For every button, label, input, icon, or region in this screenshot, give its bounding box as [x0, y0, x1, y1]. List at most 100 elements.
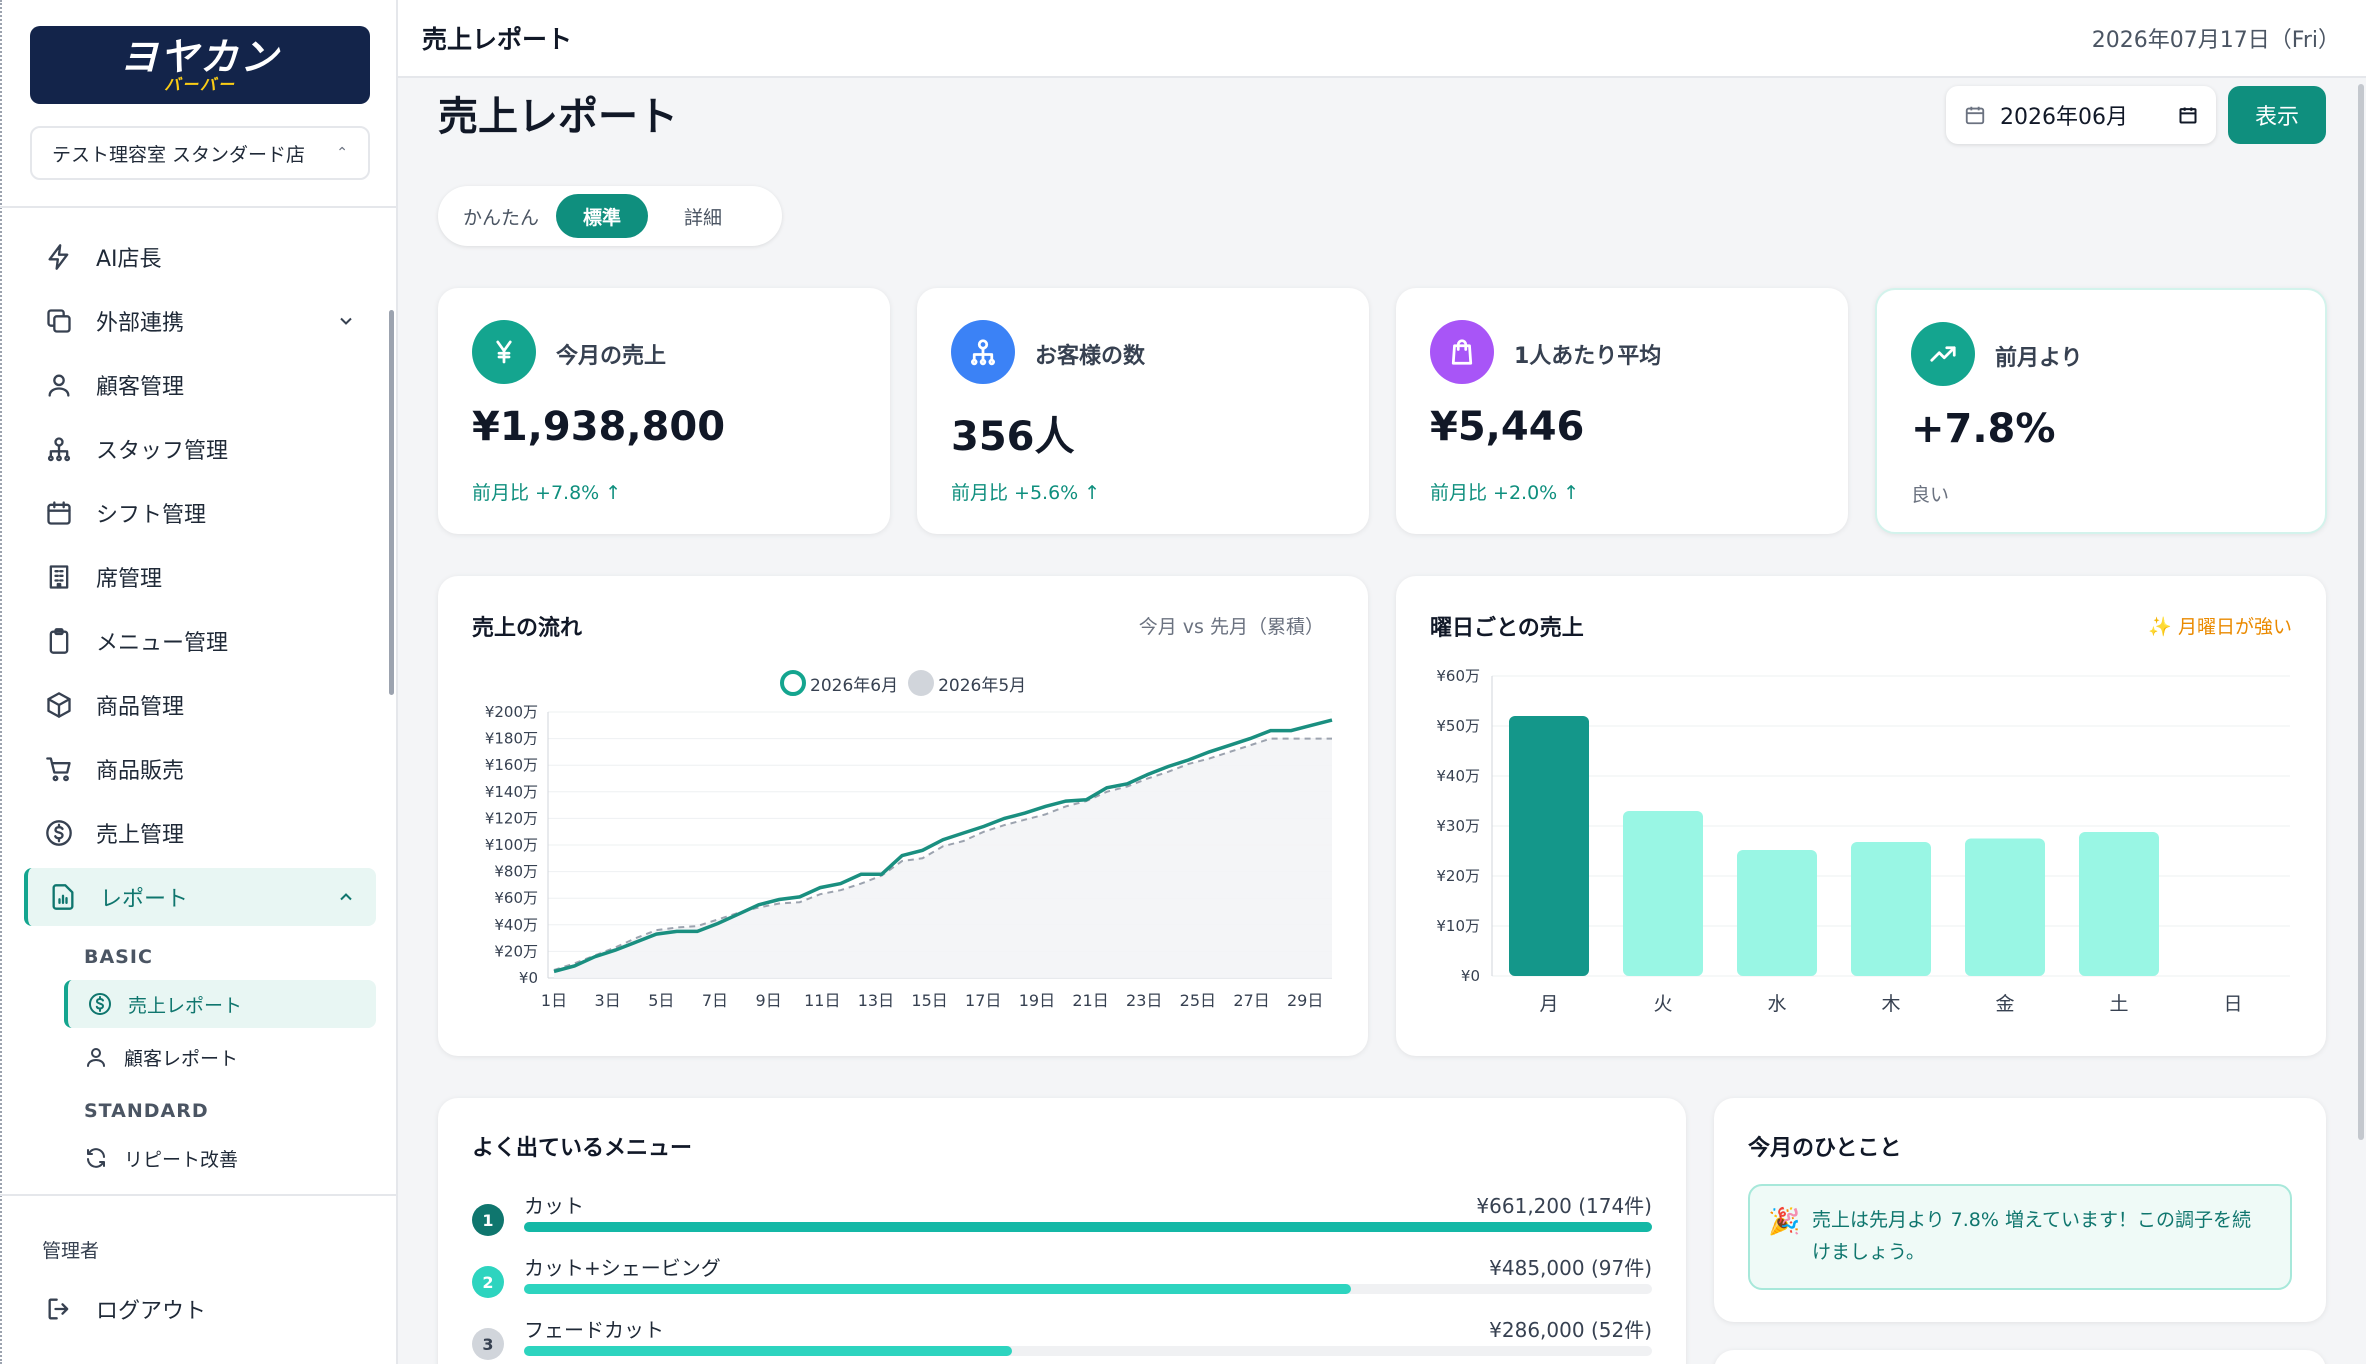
- sidebar-item-products[interactable]: 商品管理: [24, 676, 376, 734]
- y-tick-label: ¥40万: [1436, 767, 1480, 785]
- copy-icon: [44, 306, 74, 336]
- kpi-note: 良い: [1911, 484, 1950, 506]
- x-tick-label: 5日: [648, 991, 674, 1010]
- sidebar-item-sales[interactable]: 売上管理: [24, 804, 376, 862]
- next-card: [1714, 1350, 2326, 1364]
- kpi-change: 前月比 +2.0% ↑: [1430, 482, 1580, 504]
- box-icon: [44, 690, 74, 720]
- y-tick-label: ¥180万: [485, 730, 538, 748]
- x-tick-label: 金: [1995, 993, 2014, 1015]
- report-chart-icon: [48, 882, 78, 912]
- y-tick-label: ¥140万: [485, 783, 538, 801]
- month-picker-value: 2026年06月: [2000, 105, 2128, 130]
- window-edge: [0, 0, 3, 1364]
- y-tick-label: ¥10万: [1436, 917, 1480, 935]
- month-picker[interactable]: 2026年06月: [1946, 86, 2216, 144]
- menu-amount: ¥286,000 (52件): [1489, 1318, 1652, 1342]
- section-label-standard: STANDARD: [84, 1100, 209, 1122]
- y-tick-label: ¥160万: [485, 756, 538, 774]
- kpi-value: ¥1,938,800: [472, 404, 726, 450]
- divider: [0, 1194, 396, 1196]
- kpi-value: +7.8%: [1911, 406, 2056, 452]
- sidebar-item-product-sales[interactable]: 商品販売: [24, 740, 376, 798]
- sidebar-subitem-sales-report[interactable]: 売上レポート: [64, 980, 376, 1028]
- tab-standard[interactable]: 標準: [556, 194, 648, 238]
- sidebar-subitem-customer-report[interactable]: 顧客レポート: [64, 1033, 376, 1081]
- sidebar-item-label: 商品管理: [96, 695, 185, 720]
- sidebar-item-label: レポート: [100, 887, 189, 912]
- sidebar-scrollbar[interactable]: [389, 310, 394, 695]
- store-select[interactable]: テスト理容室 スタンダード店 ⌃: [30, 126, 370, 180]
- sidebar-item-shifts[interactable]: シフト管理: [24, 484, 376, 542]
- weekday-bar-chart: ¥0 ¥10万 ¥20万 ¥30万 ¥40万 ¥50万 ¥60万月 火 水 木 金 土 日: [1436, 667, 2290, 1015]
- x-tick-label: 25日: [1180, 991, 1216, 1010]
- sidebar-item-label: 外部連携: [96, 311, 185, 336]
- kpi-card-average-spend: 1人あたり平均 ¥5,446 前月比 +2.0% ↑: [1396, 288, 1848, 534]
- page-scrollbar[interactable]: [2358, 84, 2364, 1140]
- card-title: 売上の流れ: [472, 616, 583, 641]
- y-tick-label: ¥60万: [494, 889, 538, 907]
- sidebar-item-menus[interactable]: メニュー管理: [24, 612, 376, 670]
- tab-detail[interactable]: 詳細: [648, 194, 758, 238]
- kpi-label: 前月より: [1995, 346, 2083, 371]
- chevron-down-icon: [336, 311, 356, 331]
- sidebar-subitem-label: 顧客レポート: [124, 1047, 239, 1070]
- x-tick-label: 木: [1881, 993, 1900, 1015]
- sidebar-item-seats[interactable]: 席管理: [24, 548, 376, 606]
- sidebar-item-label: メニュー管理: [96, 631, 229, 656]
- calendar-icon: [44, 498, 74, 528]
- trend-up-icon: [1911, 322, 1975, 386]
- store-select-value: テスト理容室 スタンダード店: [52, 143, 306, 166]
- user-icon: [44, 370, 74, 400]
- x-tick-label: 月: [1539, 993, 1558, 1015]
- bar-金: [1965, 838, 2045, 976]
- yen-icon: [472, 320, 536, 384]
- clipboard-icon: [44, 626, 74, 656]
- brand-logo[interactable]: ヨヤカン バーバー: [30, 26, 370, 104]
- x-tick-label: 29日: [1287, 991, 1323, 1010]
- y-tick-label: ¥40万: [494, 916, 538, 934]
- bag-icon: [1430, 320, 1494, 384]
- x-tick-label: 27日: [1233, 991, 1269, 1010]
- admin-label: 管理者: [42, 1240, 100, 1262]
- x-tick-label: 水: [1767, 993, 1786, 1015]
- chevron-up-icon: [336, 887, 356, 907]
- people-icon: [951, 320, 1015, 384]
- x-tick-label: 日: [2223, 993, 2242, 1015]
- x-tick-label: 1日: [541, 991, 567, 1010]
- divider: [0, 206, 396, 208]
- sidebar-item-staff[interactable]: スタッフ管理: [24, 420, 376, 478]
- y-tick-label: ¥20万: [494, 942, 538, 960]
- y-tick-label: ¥100万: [485, 836, 538, 854]
- x-tick-label: 土: [2109, 993, 2128, 1015]
- x-tick-label: 21日: [1072, 991, 1108, 1010]
- x-tick-label: 19日: [1019, 991, 1055, 1010]
- x-tick-label: 11日: [804, 991, 840, 1010]
- logo-main-text: ヨヤカン: [119, 35, 280, 79]
- y-tick-label: ¥20万: [1436, 867, 1480, 885]
- kpi-value: 356人: [951, 414, 1075, 460]
- rank-badge: 3: [472, 1328, 504, 1360]
- dollar-circle-icon: [44, 818, 74, 848]
- sidebar-subitem-label: リピート改善: [124, 1148, 239, 1171]
- sidebar-item-integrations[interactable]: 外部連携: [24, 292, 376, 350]
- staff-icon: [44, 434, 74, 464]
- logout-label: ログアウト: [96, 1299, 207, 1324]
- tab-simple[interactable]: かんたん: [446, 194, 556, 238]
- sales-flow-line-chart: ¥0 ¥20万 ¥40万 ¥60万 ¥80万 ¥100万 ¥120万 ¥140万 ¥160万 ¥1…: [485, 703, 1333, 1010]
- calendar-picker-icon[interactable]: [2178, 105, 2198, 125]
- x-tick-label: 15日: [911, 991, 947, 1010]
- sidebar-item-customers[interactable]: 顧客管理: [24, 356, 376, 414]
- kpi-label: お客様の数: [1035, 344, 1146, 369]
- header-title: 売上レポート: [422, 25, 573, 54]
- menu-amount: ¥661,200 (174件): [1476, 1194, 1652, 1218]
- card-title: 曜日ごとの売上: [1430, 616, 1584, 641]
- sidebar-item-ai-manager[interactable]: AI店長: [24, 228, 376, 286]
- show-button[interactable]: 表示: [2228, 86, 2326, 144]
- logout-button[interactable]: ログアウト: [24, 1280, 376, 1338]
- y-tick-label: ¥60万: [1436, 667, 1480, 685]
- sidebar-subitem-repeat-improvement[interactable]: リピート改善: [64, 1134, 376, 1182]
- sidebar-item-reports[interactable]: レポート: [24, 868, 376, 926]
- y-tick-label: ¥80万: [494, 863, 538, 881]
- series-area-2026-05: [554, 738, 1332, 978]
